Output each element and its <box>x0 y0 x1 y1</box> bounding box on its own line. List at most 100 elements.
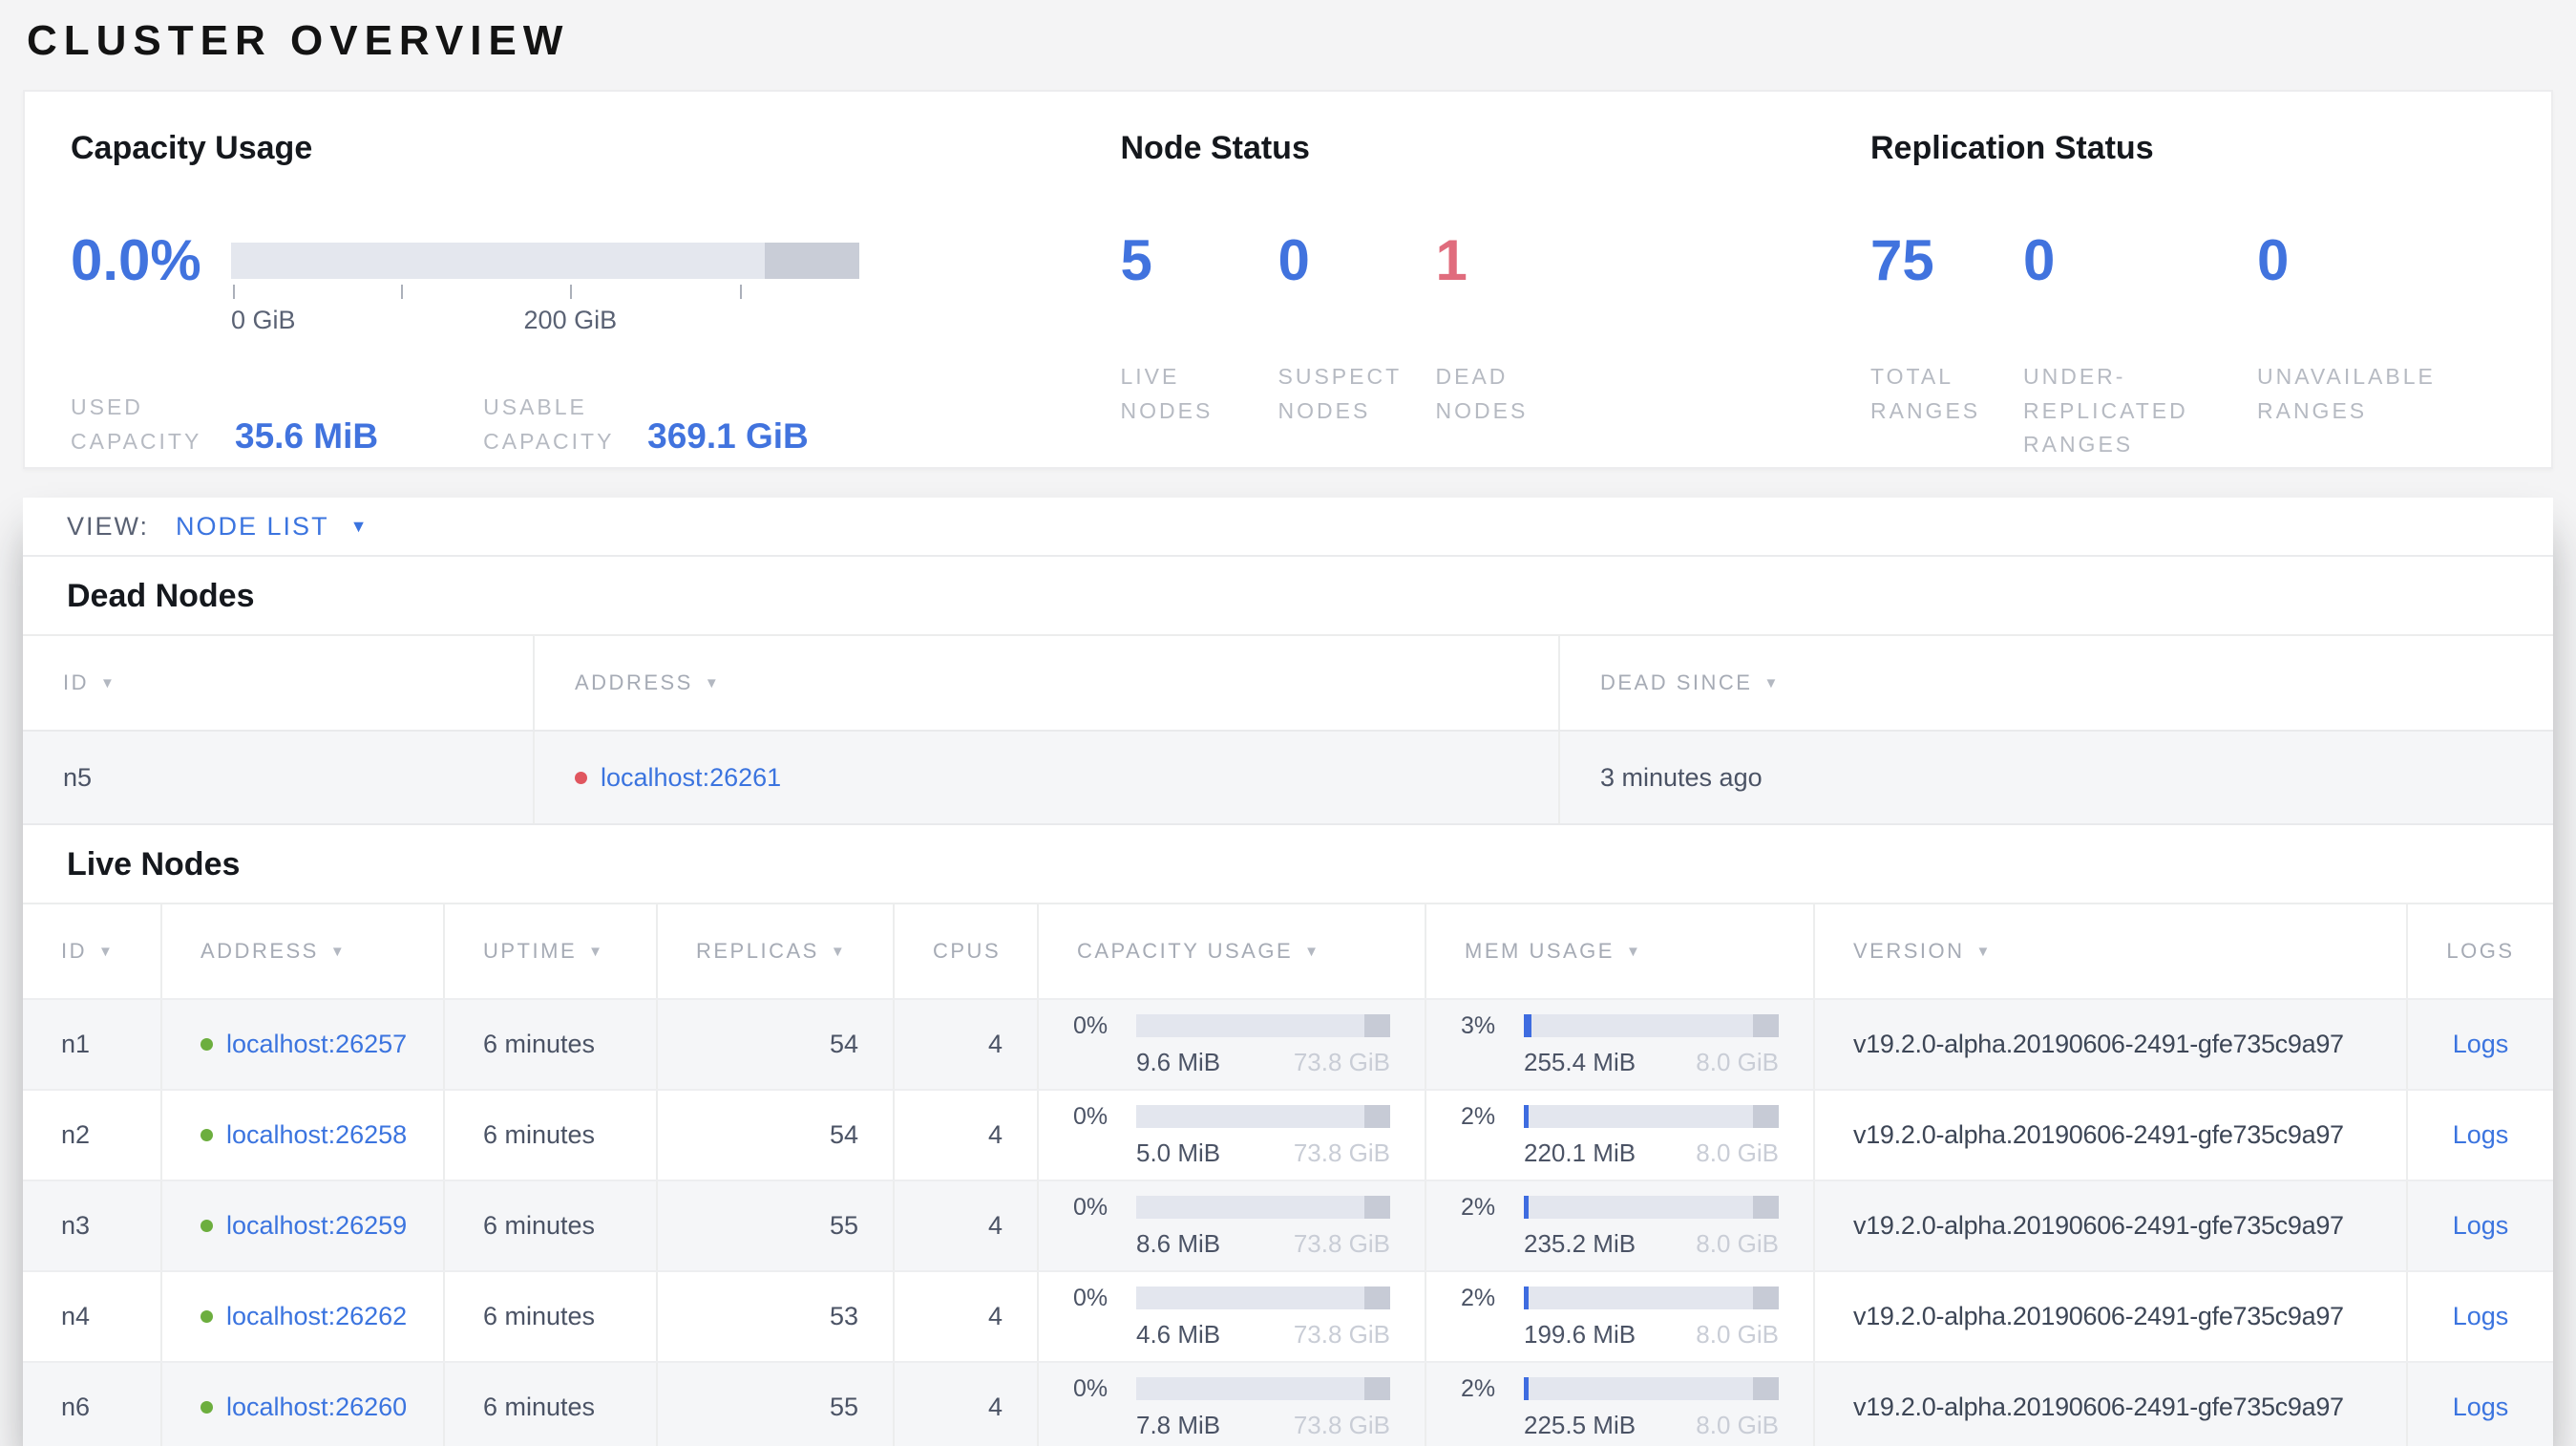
capacity-mini-bar <box>1136 1377 1390 1400</box>
node-mem-usage-cell: 2% 235.2 MiB 8.0 GiB <box>1426 1181 1815 1270</box>
sort-desc-icon: ▼ <box>1304 943 1321 960</box>
tick-label-0gib: 0 GiB <box>231 306 296 334</box>
view-bar: VIEW: NODE LIST ▼ <box>23 498 2553 557</box>
capacity-used-value: 4.6 MiB <box>1136 1319 1221 1349</box>
used-capacity-value: 35.6 MiB <box>235 416 379 457</box>
node-address-link[interactable]: localhost:26258 <box>226 1120 407 1150</box>
col-header-address[interactable]: ADDRESS ▼ <box>162 904 445 998</box>
node-mem-usage-cell: 2% 199.6 MiB 8.0 GiB <box>1426 1272 1815 1361</box>
dead-node-address-link[interactable]: localhost:26261 <box>601 763 781 793</box>
node-capacity-usage-cell: 0% 9.6 MiB 73.8 GiB <box>1039 1000 1426 1089</box>
capacity-bar-other-segment <box>1364 1196 1390 1219</box>
node-address-link[interactable]: localhost:26259 <box>226 1211 407 1241</box>
live-status-dot <box>201 1310 213 1323</box>
mem-total-value: 8.0 GiB <box>1696 1319 1779 1349</box>
col-header-address-label: ADDRESS <box>201 939 319 963</box>
node-mem-usage-cell: 2% 225.5 MiB 8.0 GiB <box>1426 1363 1815 1446</box>
col-header-cpus: CPUS <box>895 904 1039 998</box>
capacity-percent-label: 0% <box>1073 1374 1109 1402</box>
col-header-id[interactable]: ID ▼ <box>23 904 162 998</box>
capacity-mini-bar <box>1136 1287 1390 1309</box>
col-header-uptime[interactable]: UPTIME ▼ <box>445 904 658 998</box>
version-text: v19.2.0-alpha.20190606-2491-gfe735c9a97 <box>1853 1120 2344 1149</box>
node-id: n4 <box>23 1272 162 1361</box>
mem-used-value: 225.5 MiB <box>1524 1410 1636 1439</box>
col-header-capacity-usage[interactable]: CAPACITY USAGE ▼ <box>1039 904 1426 998</box>
dead-col-header-dead-since[interactable]: DEAD SINCE ▼ <box>1560 636 2553 730</box>
capacity-mini-bar <box>1136 1014 1390 1037</box>
logs-link[interactable]: Logs <box>2453 1120 2509 1150</box>
dead-col-header-address[interactable]: ADDRESS ▼ <box>535 636 1560 730</box>
capacity-percent-label: 0% <box>1073 1011 1109 1039</box>
node-logs-cell: Logs <box>2408 1272 2553 1361</box>
version-text: v19.2.0-alpha.20190606-2491-gfe735c9a97 <box>1853 1393 2344 1421</box>
capacity-total-value: 73.8 GiB <box>1293 1138 1390 1167</box>
live-nodes-table-body: n1 localhost:26257 6 minutes 54 4 0% 9.6… <box>23 998 2553 1446</box>
node-address-link[interactable]: localhost:26257 <box>226 1030 407 1059</box>
dead-nodes-header-row: ID ▼ ADDRESS ▼ DEAD SINCE ▼ <box>23 634 2553 730</box>
mem-mini-bar <box>1524 1014 1779 1037</box>
capacity-total-value: 73.8 GiB <box>1293 1228 1390 1258</box>
dead-col-header-id[interactable]: ID ▼ <box>23 636 535 730</box>
logs-link[interactable]: Logs <box>2453 1211 2509 1241</box>
table-row: n2 localhost:26258 6 minutes 54 4 0% 5.0… <box>23 1089 2553 1180</box>
dead-nodes-heading: Dead Nodes <box>67 578 255 614</box>
node-uptime: 6 minutes <box>445 1091 658 1180</box>
live-nodes-header-row: ID ▼ ADDRESS ▼ UPTIME ▼ REPLICAS ▼ CPUS CAPA… <box>23 903 2553 998</box>
mem-bar-fill <box>1524 1287 1530 1309</box>
node-logs-cell: Logs <box>2408 1000 2553 1089</box>
mem-total-value: 8.0 GiB <box>1696 1228 1779 1258</box>
node-capacity-usage-cell: 0% 8.6 MiB 73.8 GiB <box>1039 1181 1426 1270</box>
node-replicas: 54 <box>658 1091 895 1180</box>
node-id: n1 <box>23 1000 162 1089</box>
mem-percent-label: 3% <box>1461 1011 1496 1039</box>
capacity-bar-track <box>231 243 859 279</box>
usable-capacity-label: USABLE CAPACITY <box>483 394 615 454</box>
dead-node-dead-since: 3 minutes ago <box>1600 762 1763 792</box>
logs-link[interactable]: Logs <box>2453 1302 2509 1331</box>
mem-bar-other-segment <box>1753 1287 1779 1309</box>
node-uptime: 6 minutes <box>445 1181 658 1270</box>
sort-desc-icon: ▼ <box>100 674 117 691</box>
mem-used-value: 255.4 MiB <box>1524 1047 1636 1076</box>
mem-percent-label: 2% <box>1461 1102 1496 1130</box>
capacity-bar-other-segment <box>1364 1377 1390 1400</box>
col-header-mem-label: MEM USAGE <box>1465 939 1615 963</box>
mem-bar-fill <box>1524 1014 1531 1037</box>
view-label: VIEW: <box>67 511 150 541</box>
node-id: n3 <box>23 1181 162 1270</box>
col-header-replicas[interactable]: REPLICAS ▼ <box>658 904 895 998</box>
node-address-link[interactable]: localhost:26260 <box>226 1393 407 1422</box>
node-address-link[interactable]: localhost:26262 <box>226 1302 407 1331</box>
logs-link[interactable]: Logs <box>2453 1030 2509 1059</box>
mem-bar-other-segment <box>1753 1105 1779 1128</box>
node-mem-usage-cell: 2% 220.1 MiB 8.0 GiB <box>1426 1091 1815 1180</box>
col-header-version[interactable]: VERSION ▼ <box>1815 904 2408 998</box>
node-id: n6 <box>23 1363 162 1446</box>
mem-bar-fill <box>1524 1377 1530 1400</box>
mem-percent-label: 2% <box>1461 1193 1496 1221</box>
version-text: v19.2.0-alpha.20190606-2491-gfe735c9a97 <box>1853 1211 2344 1240</box>
live-status-dot <box>201 1038 213 1051</box>
logs-link[interactable]: Logs <box>2453 1393 2509 1422</box>
sort-desc-icon: ▼ <box>1625 943 1643 960</box>
mem-total-value: 8.0 GiB <box>1696 1138 1779 1167</box>
mem-mini-bar <box>1524 1105 1779 1128</box>
live-nodes-heading: Live Nodes <box>67 846 241 882</box>
capacity-axis-ticks <box>231 285 859 300</box>
cluster-summary-card: Capacity Usage 0.0% 0 GiB 200 GiB USED C… <box>23 90 2553 469</box>
under-replicated-ranges-count: 0 <box>2023 228 2056 292</box>
capacity-bar-other-segment <box>1364 1014 1390 1037</box>
live-status-dot <box>201 1220 213 1232</box>
node-address-cell: localhost:26260 <box>162 1363 445 1446</box>
node-replicas: 55 <box>658 1181 895 1270</box>
dead-status-dot <box>575 771 587 784</box>
mem-percent-label: 2% <box>1461 1374 1496 1402</box>
capacity-percent-label: 0% <box>1073 1193 1109 1221</box>
capacity-total-value: 73.8 GiB <box>1293 1410 1390 1439</box>
dead-node-address-cell: localhost:26261 <box>535 732 1560 823</box>
capacity-used-value: 8.6 MiB <box>1136 1228 1221 1258</box>
node-status-title: Node Status <box>1120 130 1310 166</box>
view-selector-dropdown[interactable]: NODE LIST ▼ <box>176 512 367 542</box>
col-header-mem-usage[interactable]: MEM USAGE ▼ <box>1426 904 1815 998</box>
